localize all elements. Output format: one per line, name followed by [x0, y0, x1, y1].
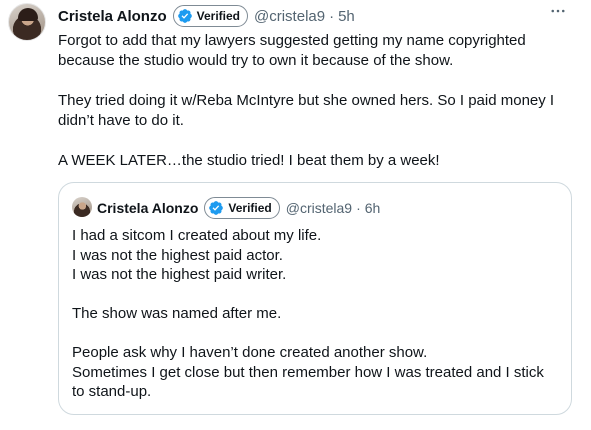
tweet-line: A WEEK LATER…the studio tried! I beat th… — [58, 152, 440, 169]
quoted-tweet-header: Cristela Alonzo Verified @cristela9 · 6h — [97, 196, 561, 220]
verified-label: Verified — [196, 9, 240, 23]
quoted-author-name[interactable]: Cristela Alonzo — [97, 200, 198, 216]
quoted-tweet[interactable]: Cristela Alonzo Verified @cristela9 · 6h… — [58, 182, 572, 415]
tweet-text: Forgot to add that my lawyers suggested … — [58, 31, 578, 171]
quoted-tweet-timestamp[interactable]: 6h — [365, 200, 381, 216]
quoted-paragraph: People ask why I haven’t done created an… — [72, 343, 562, 402]
quoted-line: to stand-up. — [72, 383, 152, 400]
quoted-verified-label: Verified — [228, 201, 272, 215]
tweet: Cristela Alonzo Verified @cristela9 · 5h… — [0, 0, 591, 430]
tweet-paragraph: A WEEK LATER…the studio tried! I beat th… — [58, 151, 578, 171]
tweet-paragraph: Forgot to add that my lawyers suggested … — [58, 31, 578, 71]
separator-dot: · — [329, 7, 335, 25]
tweet-line: They tried doing it w/Reba McIntyre but … — [58, 92, 555, 109]
tweet-line: didn’t have to do it. — [58, 112, 184, 129]
tweet-header: Cristela Alonzo Verified @cristela9 · 5h — [58, 4, 551, 28]
quoted-author-avatar[interactable] — [72, 197, 92, 217]
quoted-verified-badge[interactable]: Verified — [204, 197, 280, 219]
author-avatar[interactable] — [8, 3, 46, 41]
quoted-line: Sometimes I get close but then remember … — [72, 363, 544, 381]
separator-dot: · — [356, 200, 361, 216]
author-handle[interactable]: @cristela9 — [254, 8, 325, 25]
quoted-line: I was not the highest paid actor. — [72, 246, 283, 264]
verified-badge[interactable]: Verified — [172, 5, 248, 27]
quoted-paragraph: The show was named after me. — [72, 304, 562, 324]
quoted-line: The show was named after me. — [72, 305, 282, 322]
quoted-author-handle[interactable]: @cristela9 — [286, 200, 352, 216]
tweet-paragraph: They tried doing it w/Reba McIntyre but … — [58, 91, 578, 131]
quoted-line: People ask why I haven’t done created an… — [72, 344, 428, 361]
tweet-line: Forgot to add that my lawyers suggested … — [58, 32, 526, 49]
tweet-line: because the studio would try to own it b… — [58, 52, 454, 69]
quoted-paragraph: I had a sitcom I created about my life. … — [72, 226, 562, 285]
author-name[interactable]: Cristela Alonzo — [58, 8, 167, 25]
quoted-line: I had a sitcom I created about my life. — [72, 227, 322, 244]
quoted-tweet-text: I had a sitcom I created about my life. … — [72, 226, 562, 421]
quoted-line: I was not the highest paid writer. — [72, 266, 287, 283]
more-options-icon — [551, 9, 565, 13]
verified-check-icon — [177, 9, 192, 23]
tweet-timestamp[interactable]: 5h — [338, 8, 355, 25]
more-options-button[interactable] — [547, 3, 569, 19]
verified-check-icon — [209, 201, 224, 215]
